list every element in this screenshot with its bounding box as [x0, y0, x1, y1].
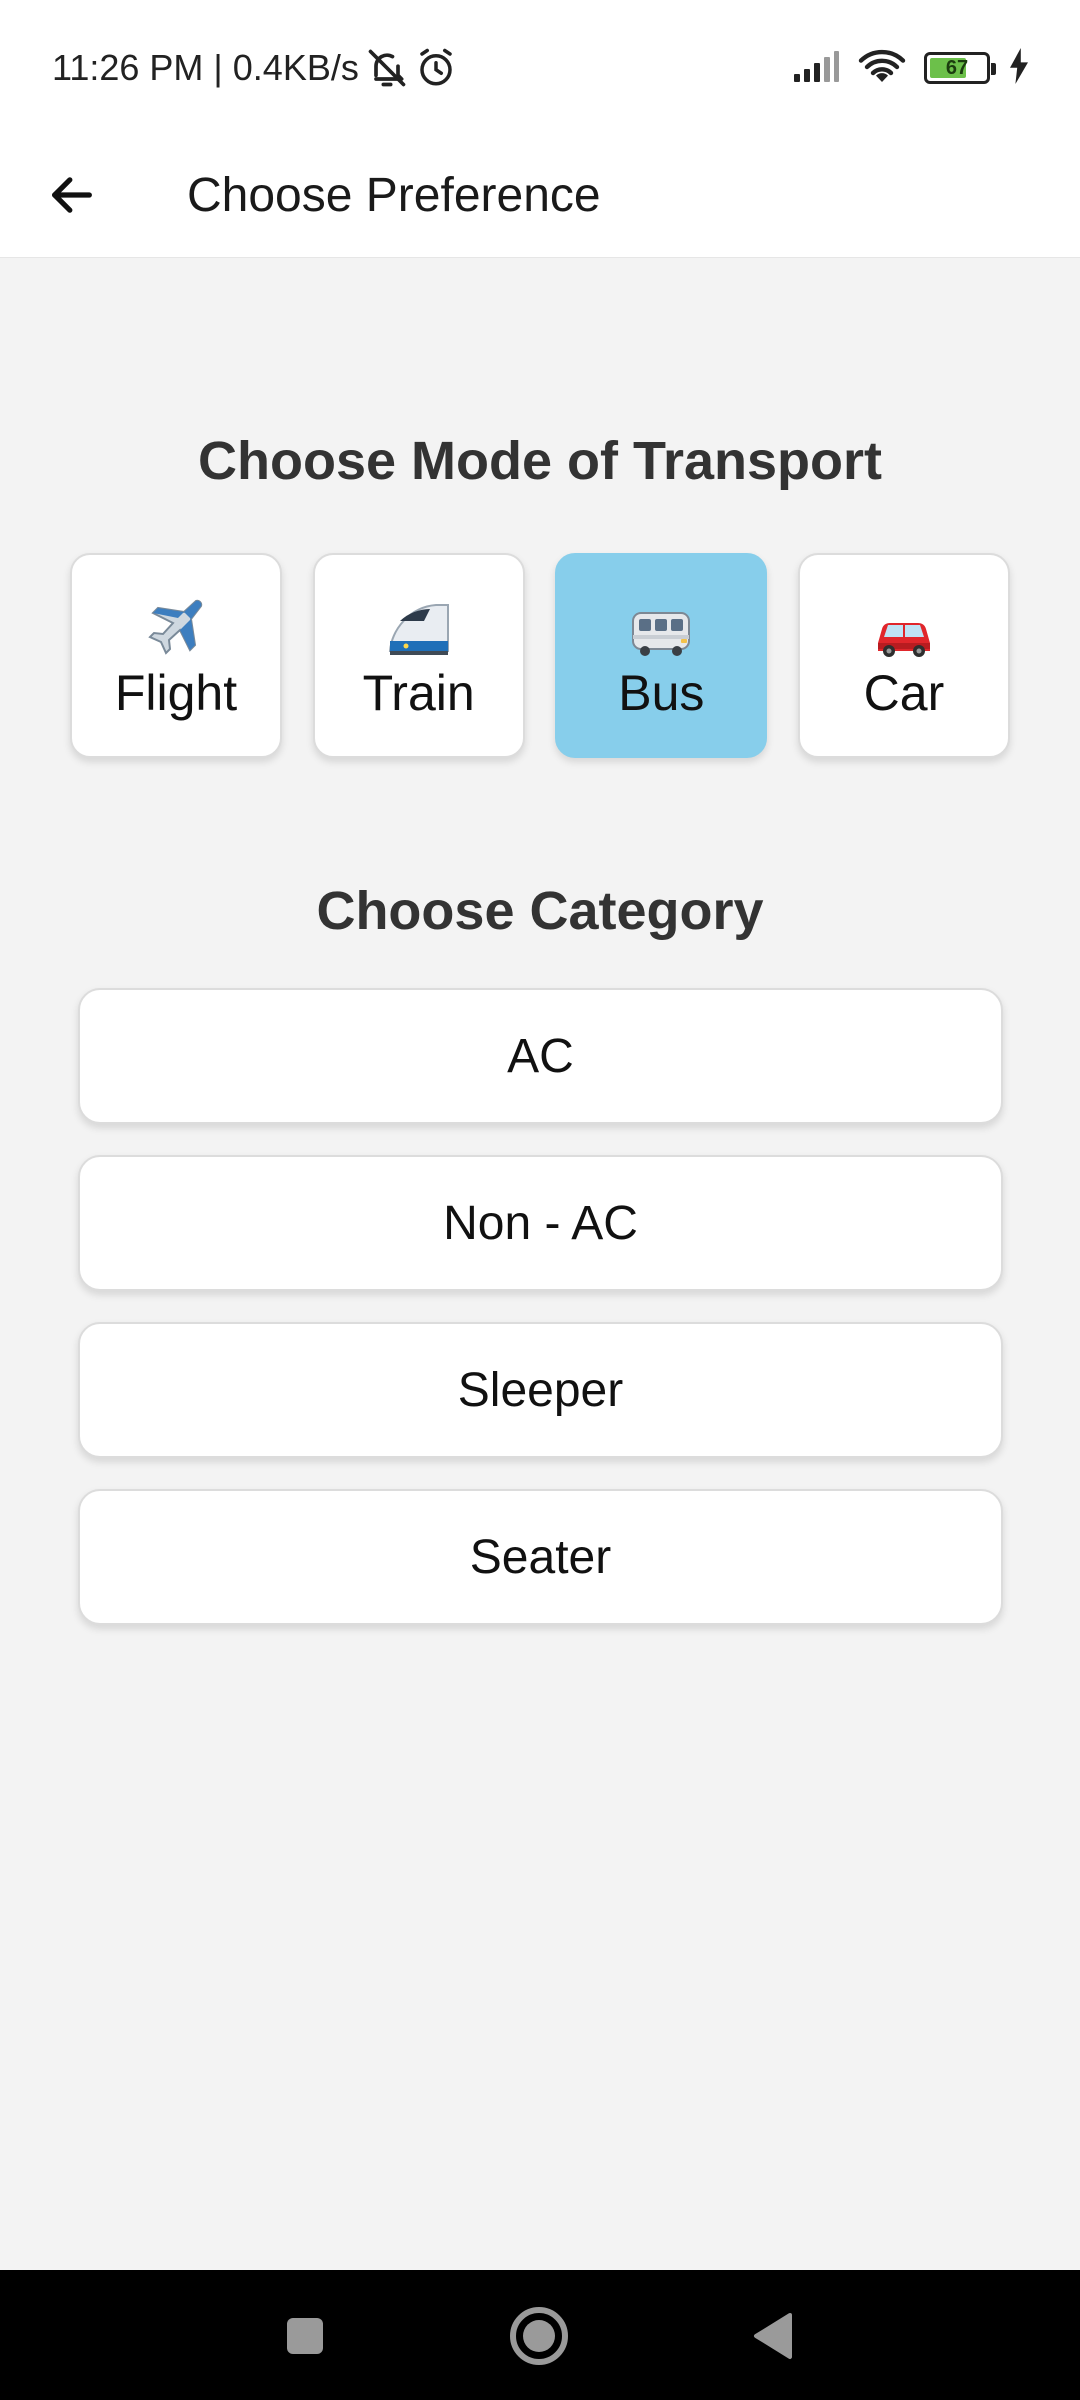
- category-option-ac[interactable]: AC: [78, 988, 1003, 1124]
- mode-card-flight[interactable]: Flight: [70, 553, 282, 758]
- battery-icon: 67: [924, 52, 996, 84]
- category-option-sleeper[interactable]: Sleeper: [78, 1322, 1003, 1458]
- bullet-train-icon: [386, 589, 452, 659]
- arrow-left-icon: [52, 177, 92, 213]
- system-nav-bar: [0, 2270, 1080, 2400]
- category-option-seater[interactable]: Seater: [78, 1489, 1003, 1625]
- signal-icon: [792, 50, 840, 87]
- car-icon: [872, 589, 936, 659]
- battery-cap: [991, 63, 996, 75]
- category-heading: Choose Category: [316, 881, 764, 941]
- alarm-icon: [415, 47, 457, 89]
- home-button[interactable]: [497, 2294, 581, 2378]
- status-left: 11:26 PM | 0.4KB/s: [52, 44, 457, 92]
- system-back-button[interactable]: [731, 2294, 815, 2378]
- home-circle-icon: [510, 2307, 568, 2365]
- category-list: AC Non - AC Sleeper Seater: [78, 988, 1003, 1656]
- battery-level: 67: [945, 56, 969, 79]
- back-triangle-icon: [754, 2313, 792, 2359]
- category-option-non-ac[interactable]: Non - AC: [78, 1155, 1003, 1291]
- page-title: Choose Preference: [187, 168, 601, 222]
- mute-icon: [365, 46, 409, 90]
- transport-mode-row: Flight Train Bus Car: [70, 553, 1010, 758]
- bus-icon: [629, 589, 693, 659]
- charging-icon: [1008, 47, 1030, 89]
- mode-label: Train: [362, 664, 475, 721]
- mode-label: Flight: [114, 664, 238, 721]
- mode-label: Car: [863, 664, 945, 721]
- status-right: 67: [792, 44, 1030, 92]
- recents-square-icon: [287, 2318, 323, 2354]
- mode-label: Bus: [618, 664, 705, 721]
- mode-card-car[interactable]: Car: [797, 553, 1010, 758]
- transport-heading: Choose Mode of Transport: [197, 431, 883, 491]
- recents-button[interactable]: [263, 2294, 347, 2378]
- status-bar: 11:26 PM | 0.4KB/s 67: [0, 0, 1080, 132]
- app-bar: Choose Preference: [0, 132, 1080, 258]
- wifi-icon: [858, 48, 906, 89]
- mode-card-bus[interactable]: Bus: [555, 553, 768, 758]
- back-button[interactable]: [32, 155, 112, 235]
- status-time-network: 11:26 PM | 0.4KB/s: [52, 47, 359, 88]
- mode-card-train[interactable]: Train: [312, 553, 525, 758]
- airplane-icon: [144, 589, 208, 659]
